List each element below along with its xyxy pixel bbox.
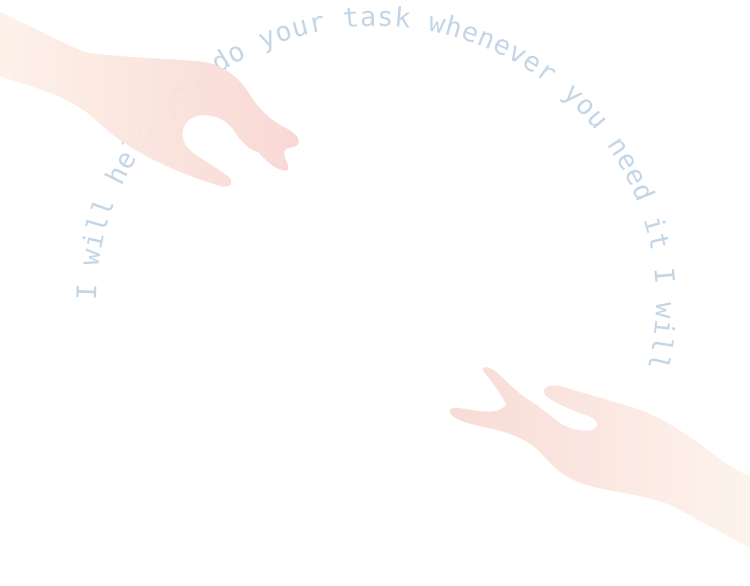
ring-text: I will help you do your task whenever yo… xyxy=(72,2,680,374)
reaching-hand-icon xyxy=(449,367,750,548)
helping-hands-illustration: I will help you do your task whenever yo… xyxy=(0,2,750,548)
illustration-canvas: I will help you do your task whenever yo… xyxy=(0,0,750,586)
ring-text-path: I will help you do your task whenever yo… xyxy=(72,2,680,374)
